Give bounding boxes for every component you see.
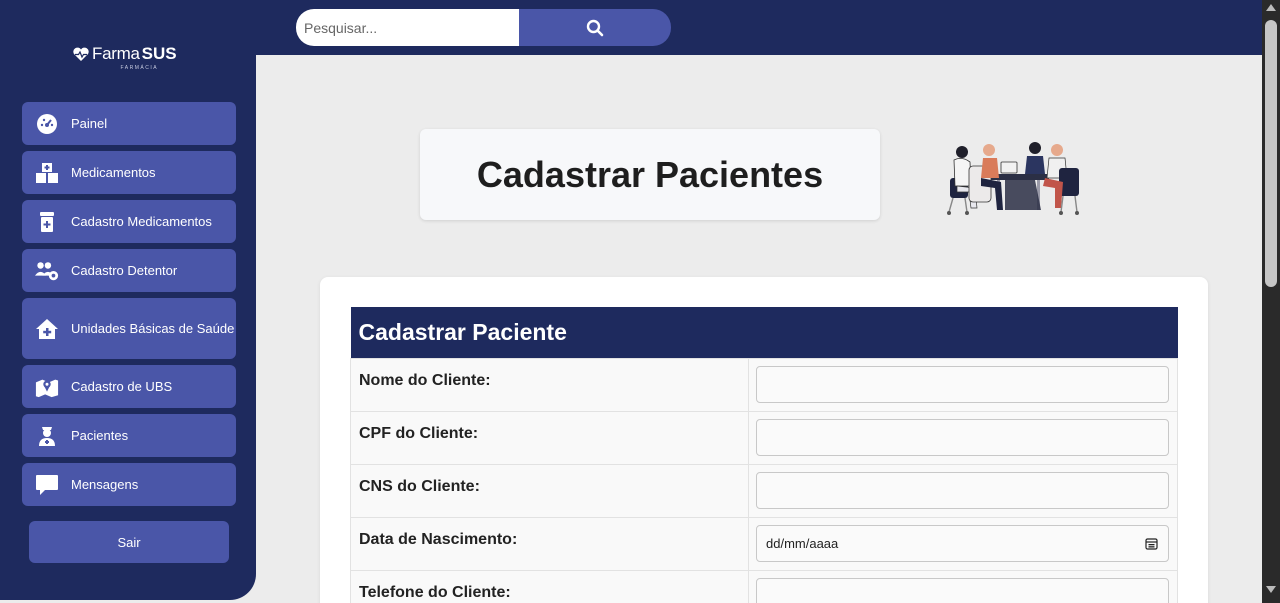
form-row-cpf: CPF do Cliente:	[350, 410, 1178, 465]
medicine-boxes-icon	[35, 161, 59, 185]
patient-form-card: Cadastrar Paciente Nome do Cliente: CPF …	[320, 277, 1208, 603]
form-row-telefone: Telefone do Cliente:	[350, 569, 1178, 603]
vertical-scrollbar[interactable]	[1262, 0, 1280, 603]
heart-pulse-icon	[73, 47, 89, 61]
farmasus-logo: Farma SUS FARMÁCIA	[72, 44, 177, 71]
sidebar-item-label: Pacientes	[71, 427, 129, 443]
page-title: Cadastrar Pacientes	[476, 153, 824, 195]
cns-label: CNS do Cliente:	[350, 463, 749, 518]
sidebar-item-pacientes[interactable]: Pacientes	[22, 414, 236, 457]
search-icon	[586, 19, 604, 36]
calendar-icon[interactable]	[1145, 537, 1158, 550]
cpf-field[interactable]	[756, 418, 1169, 456]
sidebar-item-medicamentos[interactable]: Medicamentos	[22, 151, 236, 194]
form-header: Cadastrar Paciente	[350, 307, 1178, 358]
sidebar-item-label: Cadastro Detentor	[71, 262, 178, 278]
cpf-label: CPF do Cliente:	[350, 410, 749, 465]
date-value: dd/mm/aaaa	[766, 535, 839, 551]
logo-text-sus: SUS	[141, 44, 177, 63]
sidebar-item-label: Painel	[71, 115, 108, 131]
nome-label: Nome do Cliente:	[350, 357, 749, 412]
users-cog-icon	[35, 259, 59, 283]
nascimento-date-field[interactable]: dd/mm/aaaa	[756, 524, 1169, 562]
sidebar-item-mensagens[interactable]: Mensagens	[22, 463, 236, 506]
dashboard-gauge-icon	[35, 112, 59, 136]
telefone-field[interactable]	[756, 577, 1169, 603]
house-medical-icon	[35, 317, 59, 341]
sidebar-item-label: Cadastro de UBS	[71, 378, 173, 394]
page-viewport: Cadastrar Pacientes Cadastrar Paciente	[0, 0, 1262, 603]
message-icon	[35, 473, 59, 497]
nome-field[interactable]	[756, 365, 1169, 403]
telefone-label: Telefone do Cliente:	[350, 569, 749, 603]
sidebar-item-label: Mensagens	[71, 476, 139, 492]
logo-subtitle: FARMÁCIA	[120, 65, 159, 71]
sidebar-item-label: Cadastro Medicamentos	[71, 213, 212, 229]
search-bar	[296, 9, 671, 46]
sidebar-item-label: Medicamentos	[71, 164, 156, 180]
form-row-nome: Nome do Cliente:	[350, 357, 1178, 412]
sidebar-item-painel[interactable]: Painel	[22, 102, 236, 145]
user-nurse-icon	[35, 424, 59, 448]
map-location-icon	[35, 375, 59, 399]
team-meeting-illustration	[947, 142, 1079, 215]
search-button[interactable]	[519, 9, 671, 46]
logo-text-farma: Farma	[92, 44, 140, 63]
sidebar-item-unidades-basicas[interactable]: Unidades Básicas de Saúde	[22, 298, 236, 359]
form-row-nascimento: Data de Nascimento: dd/mm/aaaa	[350, 516, 1178, 571]
scroll-thumb[interactable]	[1265, 20, 1277, 287]
prescription-bottle-icon	[35, 210, 59, 234]
sidebar-item-cadastro-medicamentos[interactable]: Cadastro Medicamentos	[22, 200, 236, 243]
cns-field[interactable]	[756, 471, 1169, 509]
sidebar-nav: Painel Medicamentos Cadastro Medicamento…	[22, 102, 236, 512]
patient-form: Cadastrar Paciente Nome do Cliente: CPF …	[350, 307, 1178, 603]
sidebar-item-label: Unidades Básicas de Saúde	[71, 320, 235, 336]
logout-button[interactable]: Sair	[29, 521, 229, 563]
sidebar-item-cadastro-ubs[interactable]: Cadastro de UBS	[22, 365, 236, 408]
nascimento-label: Data de Nascimento:	[350, 516, 749, 571]
sidebar: Farma SUS FARMÁCIA Painel Medicamentos C…	[0, 0, 256, 600]
page-title-card: Cadastrar Pacientes	[420, 129, 880, 220]
scroll-up-arrow-icon[interactable]	[1266, 4, 1276, 11]
scroll-down-arrow-icon[interactable]	[1266, 586, 1276, 593]
form-row-cns: CNS do Cliente:	[350, 463, 1178, 518]
sidebar-item-cadastro-detentor[interactable]: Cadastro Detentor	[22, 249, 236, 292]
search-input[interactable]	[296, 9, 519, 46]
